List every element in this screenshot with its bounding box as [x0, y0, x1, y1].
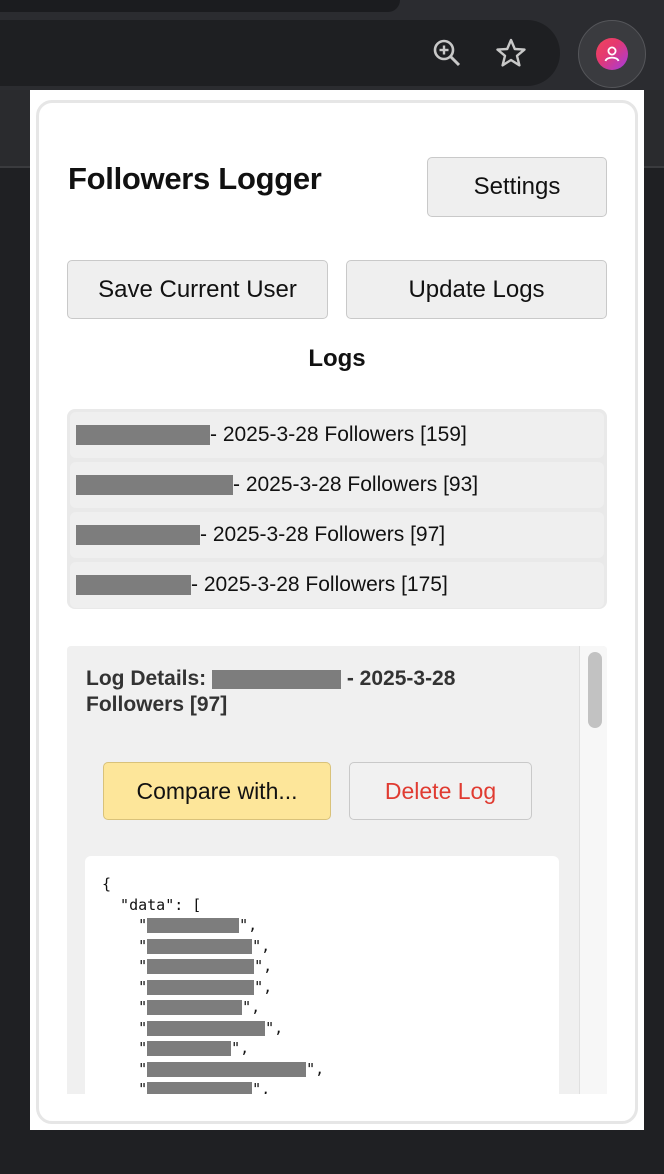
tab-strip [0, 0, 400, 12]
bookmark-star-icon[interactable] [494, 36, 528, 70]
json-item-line: " ", [102, 1059, 325, 1078]
json-item-line: " ", [102, 977, 273, 996]
compare-with-button[interactable]: Compare with... [103, 762, 331, 820]
log-details-title: Log Details: - 2025-3-28 Followers [97] [86, 666, 556, 718]
json-item-line: " ", [102, 998, 261, 1016]
redacted-username [147, 1000, 243, 1015]
log-details-panel: Log Details: - 2025-3-28 Followers [97] … [67, 646, 607, 1094]
log-item-text: - 2025-3-28 Followers [159] [210, 423, 467, 446]
zoom-in-icon[interactable] [430, 36, 464, 70]
scrollbar-thumb[interactable] [588, 652, 602, 728]
delete-log-button[interactable]: Delete Log [349, 762, 532, 820]
json-item-line: " ", [102, 936, 271, 955]
popup-container: Followers Logger Settings Save Current U… [36, 100, 638, 1124]
redacted-username [76, 475, 233, 495]
log-item[interactable]: - 2025-3-28 Followers [159] [70, 412, 604, 458]
details-scrollbar[interactable] [579, 646, 607, 1094]
redacted-username [147, 959, 255, 974]
log-item[interactable]: - 2025-3-28 Followers [93] [70, 462, 604, 508]
json-line: "data": [ [102, 895, 202, 914]
redacted-username [76, 525, 200, 545]
redacted-username [147, 938, 253, 954]
app-title: Followers Logger [68, 161, 322, 196]
address-bar[interactable] [0, 20, 560, 86]
redacted-username [76, 425, 210, 445]
log-details-prefix: Log Details: [86, 667, 213, 690]
redacted-username [147, 1061, 307, 1077]
json-items: " ", " ", " ", " ", " ", " ", " ", " ", " ", [102, 915, 559, 1094]
logs-list: - 2025-3-28 Followers [159] - 2025-3-28 … [67, 409, 607, 609]
profile-button[interactable] [578, 20, 646, 88]
extension-popup: Followers Logger Settings Save Current U… [30, 90, 644, 1130]
log-item-text: - 2025-3-28 Followers [97] [200, 523, 446, 546]
redacted-username [76, 575, 191, 595]
save-current-user-button[interactable]: Save Current User [67, 260, 328, 319]
json-viewer: { "data": [ " ", " ", " ", " ", " ", " ", " ", … [85, 856, 559, 1094]
redacted-username [147, 1041, 232, 1056]
log-item[interactable]: - 2025-3-28 Followers [97] [70, 512, 604, 558]
settings-button[interactable]: Settings [427, 157, 607, 217]
logs-heading: Logs [308, 345, 366, 372]
json-item-line: " ", [102, 1079, 559, 1094]
redacted-username [147, 979, 255, 995]
json-line: { [102, 875, 112, 893]
redacted-username [147, 1020, 266, 1036]
redacted-username [212, 669, 342, 689]
log-item[interactable]: - 2025-3-28 Followers [175] [70, 562, 604, 608]
json-item-line: " ", [102, 1018, 284, 1037]
log-item-text: - 2025-3-28 Followers [175] [191, 573, 448, 596]
json-item-line: " ", [102, 916, 258, 934]
json-item-line: " ", [102, 1039, 250, 1057]
redacted-username [147, 1082, 253, 1094]
update-logs-button[interactable]: Update Logs [346, 260, 607, 319]
redacted-username [147, 918, 240, 933]
log-item-text: - 2025-3-28 Followers [93] [233, 473, 479, 496]
profile-avatar-icon [596, 38, 628, 70]
json-item-line: " ", [102, 957, 273, 975]
